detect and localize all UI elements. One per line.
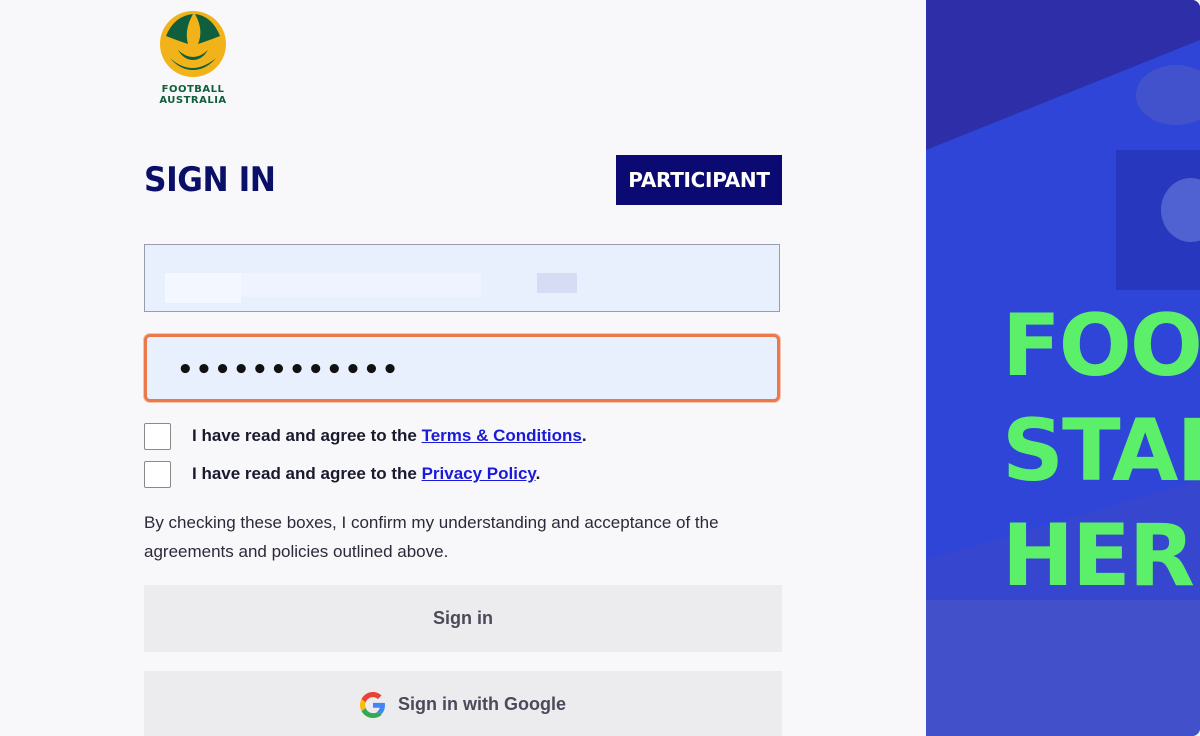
email-redacted-segment [165,273,241,303]
consent-note: By checking these boxes, I confirm my un… [144,513,719,561]
email-redacted-segment [537,273,577,293]
terms-label: I have read and agree to the Terms & Con… [192,426,587,446]
football-australia-logo[interactable]: FOOTBALL AUSTRALIA [152,8,234,112]
logo-line-2: AUSTRALIA [159,95,227,106]
participant-badge: PARTICIPANT [616,155,782,205]
hero-headline: FOO STAR HERE [1002,294,1200,609]
privacy-row: I have read and agree to the Privacy Pol… [144,459,540,489]
terms-row: I have read and agree to the Terms & Con… [144,421,587,451]
privacy-label-suffix: . [535,464,541,483]
terms-label-prefix: I have read and agree to the [192,426,422,445]
terms-link[interactable]: Terms & Conditions [422,426,582,445]
sign-in-button-label: Sign in [433,608,493,628]
google-g-icon [360,691,386,718]
password-field[interactable]: •••••••••••• [144,334,780,402]
terms-label-suffix: . [581,426,587,445]
sign-in-button[interactable]: Sign in [144,585,782,652]
google-sign-in-button[interactable]: Sign in with Google [144,671,782,736]
hero-line-2: STAR [1002,401,1200,501]
password-masked-value: •••••••••••• [177,355,401,385]
privacy-checkbox[interactable] [144,460,171,488]
hero-panel: FOO STAR HERE [926,0,1200,736]
privacy-label-prefix: I have read and agree to the [192,464,422,483]
terms-checkbox[interactable] [144,422,171,450]
page-title: SIGN IN [144,160,276,200]
hero-line-1: FOO [1002,296,1200,396]
email-field[interactable] [144,244,780,312]
privacy-link[interactable]: Privacy Policy [422,464,536,483]
sign-in-page: FOOTBALL AUSTRALIA SIGN IN PARTICIPANT •… [0,0,1200,736]
sign-in-panel: FOOTBALL AUSTRALIA SIGN IN PARTICIPANT •… [0,0,926,736]
privacy-label: I have read and agree to the Privacy Pol… [192,464,540,484]
google-sign-in-label: Sign in with Google [398,694,566,714]
football-australia-ball-icon [160,11,226,77]
hero-line-3: HERE [1002,506,1200,606]
logo-line-1: FOOTBALL [161,84,225,95]
email-redacted-segment [241,273,481,297]
logo-wordmark: FOOTBALL AUSTRALIA [152,84,234,106]
